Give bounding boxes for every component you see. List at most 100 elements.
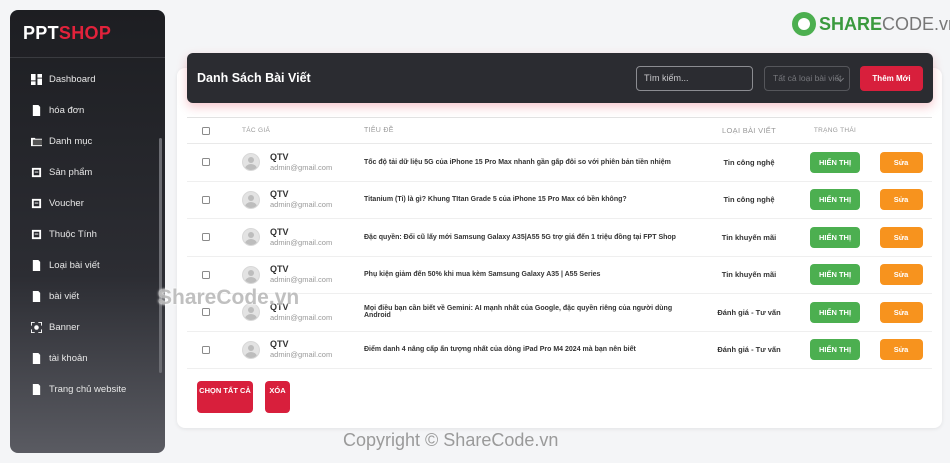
delete-button[interactable]: XÓA [265,381,290,413]
brand-part1: PPT [23,23,59,43]
row-checkbox[interactable] [201,270,210,279]
table-row: QTV admin@gmail.com Đặc quyền: Đổi cũ lấy… [187,219,932,257]
select-all-button[interactable]: CHỌN TẤT CẢ [197,381,253,413]
tag-icon [30,229,42,241]
post-category: Tin công nghệ [723,195,775,205]
search-input[interactable] [636,65,753,91]
avatar [242,340,260,359]
sidebar-item-category[interactable]: Danh mục [10,126,165,157]
row-checkbox[interactable] [201,345,210,354]
sidebar-item-label: Banner [49,322,80,333]
bulk-actions: CHỌN TẤT CẢ XÓA [197,381,290,413]
sidebar-item-label: hóa đơn [49,105,85,116]
header-controls: Tất cả loại bài viết Thêm Mới [636,65,923,91]
post-category: Đánh giá - Tư vấn [717,307,781,317]
category-select[interactable]: Tất cả loại bài viết [764,65,850,91]
sidebar-item-post-type[interactable]: Loại bài viết [10,250,165,281]
table-header: TÁC GIẢ TIÊU ĐỀ LOẠI BÀI VIẾT TRẠNG THÁI [187,117,932,144]
sidebar-item-label: Loại bài viết [49,260,100,271]
avatar [242,228,260,247]
sidebar-item-label: Thuộc Tính [49,229,97,240]
column-category: LOẠI BÀI VIẾT [722,126,776,135]
sidebar-item-attribute[interactable]: Thuộc Tính [10,219,165,250]
add-new-button[interactable]: Thêm Mới [860,65,923,91]
row-checkbox[interactable] [201,195,210,204]
sidebar-item-banner[interactable]: Banner [10,312,165,343]
edit-button[interactable]: Sửa [879,226,923,248]
author-name: QTV [270,264,289,275]
logo-text-domain: .vn [934,13,950,34]
brand-logo[interactable]: PPT SHOP [10,10,165,58]
show-status-button[interactable]: HIỂN THỊ [810,301,860,323]
post-category: Tin công nghệ [723,157,775,167]
watermark-text: ShareCode.vn [158,286,300,309]
logo-text-code: CODE [882,13,935,34]
post-category: Đánh giá - Tư vấn [717,345,781,355]
sidebar-item-product[interactable]: Sản phẩm [10,157,165,188]
post-category: Tin khuyến mãi [721,232,777,242]
page-title: Danh Sách Bài Viết [197,71,311,85]
show-status-button[interactable]: HIỂN THỊ [810,339,860,361]
home-icon [30,384,42,396]
chevron-down-icon [836,74,845,82]
row-checkbox[interactable] [201,233,210,242]
document-icon [30,105,42,117]
author-email: admin@gmail.com [270,237,333,247]
edit-button[interactable]: Sửa [879,264,923,286]
sidebar-item-voucher[interactable]: Voucher [10,188,165,219]
author-email: admin@gmail.com [270,312,333,322]
sidebar-item-label: Danh mục [49,136,93,147]
edit-button[interactable]: Sửa [879,339,923,361]
edit-button[interactable]: Sửa [879,151,923,173]
select-all-checkbox[interactable] [201,126,210,135]
show-status-button[interactable]: HIỂN THỊ [810,226,860,248]
post-title: Đặc quyền: Đổi cũ lấy mới Samsung Galaxy… [364,233,676,241]
author-name: QTV [270,226,289,237]
post-title: Phụ kiện giảm đến 50% khi mua kèm Samsun… [364,271,601,279]
sidebar: PPT SHOP Dashboard hóa đơn Danh mục Sản p… [10,10,165,453]
sidebar-item-label: Trang chủ website [49,384,127,395]
author-email: admin@gmail.com [270,162,333,172]
copyright-watermark: Copyright © ShareCode.vn [343,430,559,450]
sidebar-item-home[interactable]: Trang chủ website [10,374,165,405]
avatar [242,153,260,172]
post-title: Mọi điều bạn cần biết về Gemini: AI mạnh… [364,305,673,320]
edit-button[interactable]: Sửa [879,301,923,323]
sidebar-item-post[interactable]: bài viết [10,281,165,312]
logo-text-share: SHARE [819,13,883,34]
row-checkbox[interactable] [201,158,210,167]
sidebar-item-label: bài viết [49,291,80,302]
ticket-icon [30,198,42,210]
post-category: Tin khuyến mãi [721,270,777,280]
author-name: QTV [270,151,289,162]
sidebar-item-dashboard[interactable]: Dashboard [10,64,165,95]
sidebar-item-label: Sản phẩm [49,167,93,178]
posts-table: TÁC GIẢ TIÊU ĐỀ LOẠI BÀI VIẾT TRẠNG THÁI… [187,117,932,369]
avatar [242,265,260,284]
sidebar-scrollbar[interactable] [159,138,162,373]
post-title: Tốc độ tải dữ liệu 5G của iPhone 15 Pro … [364,158,671,166]
show-status-button[interactable]: HIỂN THỊ [810,151,860,173]
show-status-button[interactable]: HIỂN THỊ [810,189,860,211]
image-icon [30,322,42,334]
folder-icon [30,136,42,148]
sidebar-item-invoice[interactable]: hóa đơn [10,95,165,126]
edit-button[interactable]: Sửa [879,189,923,211]
show-status-button[interactable]: HIỂN THỊ [810,264,860,286]
sidebar-item-label: Dashboard [49,74,96,85]
category-select-value: Tất cả loại bài viết [773,73,842,83]
sidebar-item-label: Voucher [49,198,84,209]
category-icon [30,260,42,272]
author-email: admin@gmail.com [270,200,333,210]
avatar [242,190,260,209]
sharecode-logo: SHARECODE.vn [792,12,950,36]
user-icon [30,353,42,365]
author-email: admin@gmail.com [270,275,333,285]
author-email: admin@gmail.com [270,350,333,360]
table-row: QTV admin@gmail.com Titanium (Ti) là gì? … [187,182,932,219]
box-icon [30,167,42,179]
list-header: Danh Sách Bài Viết Tất cả loại bài viết … [187,53,933,103]
sharecode-logo-icon [792,12,816,36]
column-author: TÁC GIẢ [242,127,271,134]
sidebar-item-account[interactable]: tài khoản [10,343,165,374]
